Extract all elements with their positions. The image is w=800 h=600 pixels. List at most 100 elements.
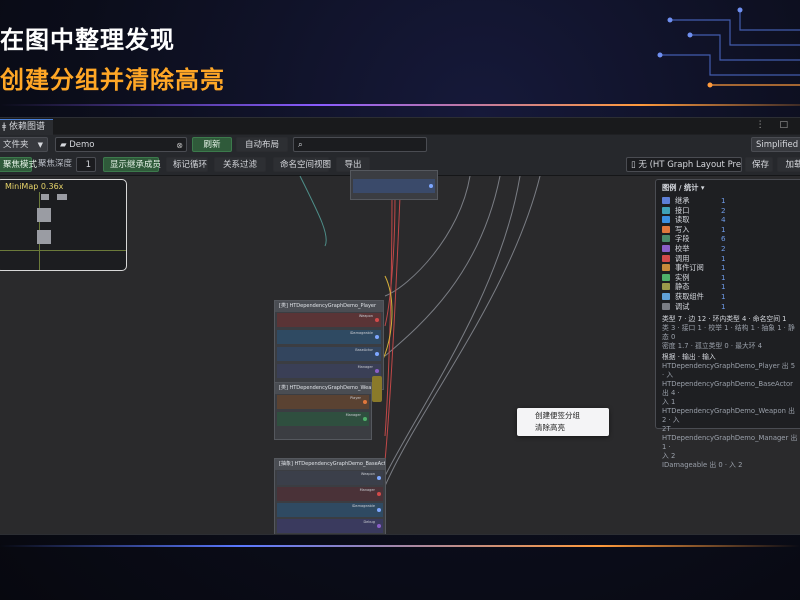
legend-item[interactable]: 写入 1 [662,225,798,235]
minimap-node [37,208,51,222]
legend-swatch [662,292,670,300]
node-port: IDamageable [277,330,381,344]
legend-label: 调试 [675,301,690,311]
legend-count: 1 [721,224,726,234]
fan-line: HTDependencyGraphDemo_Manager 出 1 · [662,434,798,452]
node-port [353,179,435,193]
legend-label: 静态 [675,282,690,292]
legend-count: 6 [721,234,726,244]
load-button[interactable]: 加载 [777,157,800,172]
legend-label: 实例 [675,272,690,282]
mark-cycles-toggle[interactable]: 标记循环 [166,157,208,172]
fan-line: HTDependencyGraphDemo_Player 出 5 · 入 [662,362,796,380]
layout-preset-select[interactable]: ▯ 无 (HT Graph Layout Pre [626,157,742,172]
legend-count: 1 [721,272,726,282]
node-port: Weapon [277,313,381,327]
link-edge [384,176,541,487]
legend-count: 2 [721,205,726,215]
graph-stats: 类型 7 · 边 12 · 环内类型 4 · 命名空间 1 类 3 · 接口 1… [662,315,798,470]
legend-stats-panel: 图例 / 统计 ▾ 继承 1 接口 2 读取 4 写入 1 字段 6 校举 2 调用 1 事件订阅 1 实例 1 静… [655,179,800,469]
graph-node-player[interactable]: [类] HTDependencyGraphDemo_Player Weapon … [274,300,384,390]
relation-filter-button[interactable]: 关系过滤 [214,157,266,172]
node-port: Debug [277,519,383,533]
legend-count: 4 [721,215,726,225]
legend-item[interactable]: 实例 1 [662,273,798,283]
mode-select-value: Simplified C [756,140,800,150]
legend-label: 事件订阅 [675,263,704,273]
focus-mode-toggle[interactable]: 聚焦模式 [0,157,37,172]
graph-node[interactable] [350,170,438,200]
legend-item[interactable]: 静态 1 [662,282,798,292]
window-controls[interactable]: ⋮ □ [756,120,794,130]
refresh-button[interactable]: 刷新 [192,137,232,152]
legend-count: 1 [721,196,726,205]
toolbar-main: 文件夹 ▼ ▰ Demo ⊗ 刷新 自动布局 ⌕ Simplified C [0,135,800,155]
namespace-view-toggle[interactable]: 命名空间视图 [273,157,331,172]
legend-label: 继承 [675,196,690,205]
minimap-node [41,194,49,200]
node-port: Manager [277,412,369,426]
root-search-field[interactable]: ▰ Demo ⊗ [55,137,187,152]
legend-label: 获取组件 [675,291,704,301]
legend-swatch [662,273,670,281]
search-icon: ⌕ [298,140,303,150]
node-port: BaseActor [277,347,381,361]
legend-label: 接口 [675,205,690,215]
legend-swatch [662,235,670,243]
graph-canvas[interactable]: [类] HTDependencyGraphDemo_Player Weapon … [0,170,800,534]
legend-swatch [662,254,670,262]
stats-line: 类型 7 · 边 12 · 环内类型 4 · 命名空间 1 [662,315,787,324]
auto-layout-button[interactable]: 自动布局 [236,137,288,152]
tab-label: 依赖图谱 [9,122,46,132]
menu-item-clear-highlight[interactable]: 清除高亮 [517,422,609,434]
legend-item[interactable]: 接口 2 [662,206,798,216]
highlight-marker [372,376,382,402]
legend-item[interactable]: 读取 4 [662,215,798,225]
legend-item[interactable]: 事件订阅 1 [662,263,798,273]
stats-line: 密度 1.7 · 孤立类型 0 · 最大环 4 [662,342,763,351]
tab-dependency-graph[interactable]: ǂ 依赖图谱 [0,119,54,135]
minimap[interactable]: MiniMap 0.36x [0,179,127,271]
fan-line: 2T [662,425,671,434]
clear-icon[interactable]: ⊗ [176,138,183,153]
root-search-value: Demo [69,140,95,150]
legend-count: 1 [721,301,726,311]
node-title: [抽象] HTDependencyGraphDemo_BaseActor [275,459,385,470]
focus-depth-label: 聚焦深度 [38,159,73,169]
node-port: Manager [277,364,381,378]
tab-bar: ǂ 依赖图谱 ⋮ □ [0,118,800,135]
legend-count: 2 [721,243,726,253]
legend-item[interactable]: 调用 1 [662,254,798,264]
graph-node-baseactor[interactable]: [抽象] HTDependencyGraphDemo_BaseActor Wea… [274,458,386,534]
legend-item[interactable]: 字段 6 [662,234,798,244]
legend-count: 1 [721,282,726,292]
legend-swatch [662,225,670,233]
legend-label: 校举 [675,243,690,253]
legend-count: 1 [721,253,726,263]
graph-node-weapon[interactable]: [类] HTDependencyGraphDemo_Weapon Player … [274,382,372,440]
legend-list: 继承 1 接口 2 读取 4 写入 1 字段 6 校举 2 调用 1 事件订阅 1 实例 1 静态 1 获取组件 1 调试 1 [662,196,798,311]
link-edge [384,195,393,437]
legend-title[interactable]: 图例 / 统计 ▾ [662,183,798,193]
legend-label: 字段 [675,234,690,244]
menu-item-create-sticky-group[interactable]: 创建便签分组 [517,410,609,422]
link-edge [384,176,521,477]
link-edge [384,176,501,357]
show-inherited-toggle[interactable]: 显示继承成员 [103,157,161,172]
legend-item[interactable]: 调试 1 [662,302,798,312]
legend-item[interactable]: 继承 1 [662,196,798,206]
legend-swatch [662,302,670,310]
folder-icon: ▰ [60,140,70,150]
search-input[interactable]: ⌕ [293,137,427,152]
mode-select[interactable]: Simplified C [751,137,800,152]
fan-line: 入 2 [662,452,676,461]
focus-depth-input[interactable]: 1 [76,157,96,172]
legend-item[interactable]: 获取组件 1 [662,292,798,302]
legend-item[interactable]: 校举 2 [662,244,798,254]
fan-line: HTDependencyGraphDemo_Weapon 出 2 · 入 [662,407,795,425]
minimap-label: MiniMap 0.36x [5,182,64,191]
save-button[interactable]: 保存 [745,157,773,172]
folder-select[interactable]: 文件夹 ▼ [0,137,48,152]
slide-title-line2: 创建分组并清除高亮 [0,66,225,94]
decorative-line-bottom [0,545,800,547]
